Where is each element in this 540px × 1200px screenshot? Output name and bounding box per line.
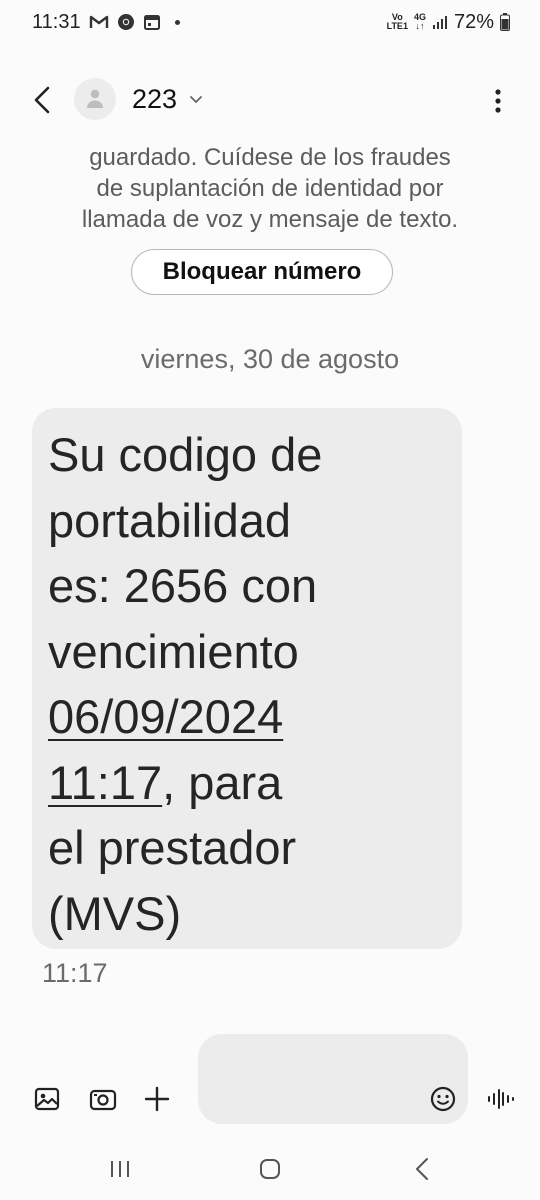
gmail-icon (89, 14, 109, 30)
notification-dot (174, 19, 180, 25)
camera-button[interactable] (86, 1082, 120, 1116)
status-time: 11:31 (32, 10, 81, 33)
time-link[interactable]: 11:17 (48, 756, 162, 809)
home-nav-button[interactable] (250, 1152, 290, 1186)
gallery-button[interactable] (30, 1082, 64, 1116)
person-icon (87, 89, 103, 108)
voice-icon (488, 1089, 514, 1109)
chevron-down-icon (190, 95, 202, 103)
more-options-button[interactable] (486, 86, 510, 116)
back-button[interactable] (26, 84, 58, 116)
add-attachment-button[interactable] (140, 1082, 174, 1116)
spam-warning-text: guardado. Cuídese de los fraudes de supl… (81, 144, 459, 233)
back-nav-icon (416, 1158, 428, 1180)
chevron-left-icon (34, 86, 50, 114)
network-type-icon: 4G ↓↑ (413, 12, 426, 31)
gallery-icon (34, 1087, 60, 1111)
home-icon (260, 1159, 280, 1179)
signal-icon (432, 14, 448, 30)
message-bubble[interactable]: Su codigo de portabilidad es: 2656 con v… (32, 408, 462, 949)
avatar[interactable] (74, 78, 116, 120)
chrome-icon (117, 13, 135, 31)
contact-name: 223 (132, 84, 178, 114)
emoji-icon (430, 1086, 456, 1112)
contact-name-dropdown[interactable]: 223 (132, 84, 203, 115)
battery-percent: 72% (453, 10, 494, 33)
emoji-button[interactable] (426, 1082, 460, 1116)
calendar-icon (143, 13, 161, 31)
date-separator: viernes, 30 de agosto (140, 344, 400, 374)
recents-icon (111, 1161, 129, 1177)
camera-icon (89, 1089, 117, 1111)
back-nav-button[interactable] (402, 1152, 442, 1186)
block-number-button[interactable]: Bloquear número (131, 249, 393, 295)
status-bar: 11:31 Vo LTE1 4G ↓↑ 72% (0, 0, 540, 44)
battery-icon (500, 13, 510, 31)
voice-input-button[interactable] (484, 1082, 518, 1116)
plus-icon (144, 1086, 170, 1112)
date-link[interactable]: 06/09/2024 (48, 690, 283, 743)
volte-icon: Vo LTE1 (386, 12, 408, 31)
recents-nav-button[interactable] (100, 1152, 140, 1186)
message-text: Su codigo de portabilidad es: 2656 con v… (48, 428, 323, 940)
more-vertical-icon (495, 89, 501, 113)
message-timestamp: 11:17 (42, 958, 108, 988)
conversation-header: 223 (0, 72, 540, 128)
